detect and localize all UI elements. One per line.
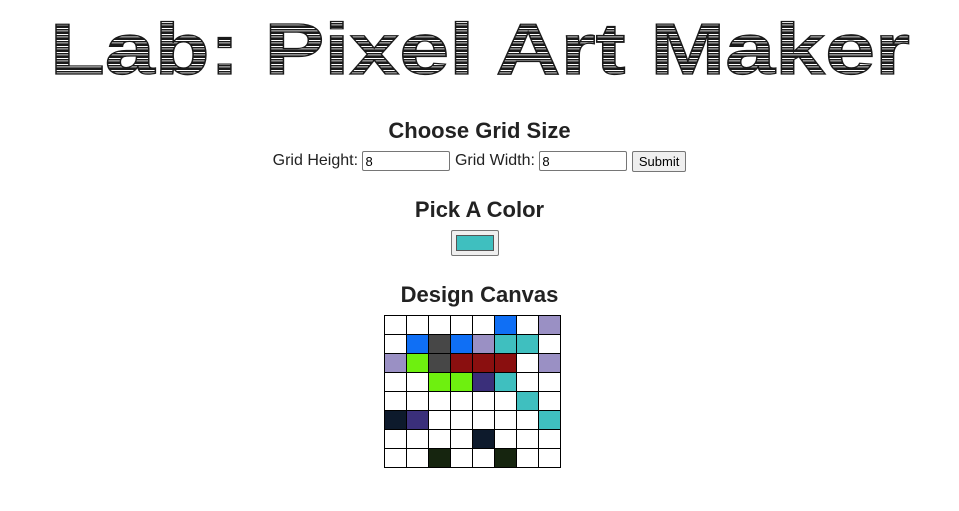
canvas-cell[interactable] xyxy=(428,410,451,430)
canvas-cell[interactable] xyxy=(472,372,495,392)
canvas-cell[interactable] xyxy=(428,448,451,468)
canvas-cell[interactable] xyxy=(450,372,473,392)
canvas-cell[interactable] xyxy=(450,334,473,354)
grid-size-form: Grid Height: Grid Width: Submit xyxy=(0,150,959,172)
canvas-cell[interactable] xyxy=(428,353,451,373)
canvas-cell[interactable] xyxy=(406,315,429,335)
canvas-cell[interactable] xyxy=(472,448,495,468)
canvas-row xyxy=(384,410,561,430)
canvas-cell[interactable] xyxy=(406,429,429,449)
canvas-cell[interactable] xyxy=(538,391,561,411)
canvas-cell[interactable] xyxy=(428,315,451,335)
canvas-cell[interactable] xyxy=(516,391,539,411)
canvas-row xyxy=(384,391,561,411)
canvas-cell[interactable] xyxy=(428,429,451,449)
grid-width-input[interactable] xyxy=(539,151,628,171)
canvas-cell[interactable] xyxy=(538,353,561,373)
canvas-row xyxy=(384,372,561,392)
canvas-cell[interactable] xyxy=(406,353,429,373)
grid-width-label: Grid Width: xyxy=(454,152,535,169)
canvas-cell[interactable] xyxy=(494,315,517,335)
canvas-cell[interactable] xyxy=(450,410,473,430)
canvas-cell[interactable] xyxy=(494,334,517,354)
design-canvas-heading: Design Canvas xyxy=(400,282,559,307)
logo-wordmark: Lab: Pixel Art Maker xyxy=(49,14,910,80)
canvas-cell[interactable] xyxy=(406,391,429,411)
logo-text: Lab: Pixel Art Maker xyxy=(50,14,910,80)
canvas-cell[interactable] xyxy=(516,315,539,335)
canvas-cell[interactable] xyxy=(494,391,517,411)
canvas-cell[interactable] xyxy=(384,353,407,373)
canvas-cell[interactable] xyxy=(538,429,561,449)
canvas-cell[interactable] xyxy=(428,391,451,411)
grid-size-heading: Choose Grid Size xyxy=(388,118,571,143)
canvas-cell[interactable] xyxy=(384,410,407,430)
canvas-cell[interactable] xyxy=(538,315,561,335)
canvas-row xyxy=(384,334,561,354)
canvas-cell[interactable] xyxy=(428,372,451,392)
canvas-cell[interactable] xyxy=(472,315,495,335)
canvas-cell[interactable] xyxy=(472,334,495,354)
canvas-cell[interactable] xyxy=(538,372,561,392)
canvas-cell[interactable] xyxy=(516,372,539,392)
canvas-cell[interactable] xyxy=(538,410,561,430)
canvas-cell[interactable] xyxy=(406,334,429,354)
canvas-cell[interactable] xyxy=(494,410,517,430)
canvas-cell[interactable] xyxy=(516,448,539,468)
canvas-cell[interactable] xyxy=(406,372,429,392)
canvas-cell[interactable] xyxy=(384,429,407,449)
submit-button[interactable]: Submit xyxy=(631,150,687,172)
canvas-cell[interactable] xyxy=(516,334,539,354)
canvas-row xyxy=(384,448,561,468)
canvas-cell[interactable] xyxy=(450,391,473,411)
canvas-cell[interactable] xyxy=(516,410,539,430)
canvas-cell[interactable] xyxy=(472,410,495,430)
canvas-cell[interactable] xyxy=(384,391,407,411)
canvas-cell[interactable] xyxy=(472,353,495,373)
canvas-cell[interactable] xyxy=(472,391,495,411)
canvas-row xyxy=(384,315,561,335)
canvas-cell[interactable] xyxy=(450,429,473,449)
pick-color-heading: Pick A Color xyxy=(414,197,545,222)
canvas-cell[interactable] xyxy=(538,448,561,468)
canvas-cell[interactable] xyxy=(516,429,539,449)
canvas-cell[interactable] xyxy=(384,334,407,354)
canvas-cell[interactable] xyxy=(494,429,517,449)
color-swatch xyxy=(456,235,494,251)
grid-height-input[interactable] xyxy=(362,151,451,171)
app-logo: Lab: Pixel Art Maker xyxy=(0,14,959,80)
canvas-cell[interactable] xyxy=(384,448,407,468)
canvas-cell[interactable] xyxy=(494,448,517,468)
canvas-cell[interactable] xyxy=(384,315,407,335)
canvas-cell[interactable] xyxy=(538,334,561,354)
canvas-cell[interactable] xyxy=(406,448,429,468)
canvas-cell[interactable] xyxy=(406,410,429,430)
canvas-row xyxy=(384,429,561,449)
canvas-cell[interactable] xyxy=(450,315,473,335)
canvas-row xyxy=(384,353,561,373)
grid-height-label: Grid Height: xyxy=(272,152,359,169)
canvas-cell[interactable] xyxy=(428,334,451,354)
canvas-cell[interactable] xyxy=(384,372,407,392)
canvas-cell[interactable] xyxy=(494,353,517,373)
canvas-cell[interactable] xyxy=(450,448,473,468)
color-picker[interactable] xyxy=(451,230,499,256)
canvas-cell[interactable] xyxy=(516,353,539,373)
page: Lab: Pixel Art Maker Choose Grid Size Gr… xyxy=(0,0,959,511)
pixel-canvas[interactable] xyxy=(384,315,561,468)
canvas-cell[interactable] xyxy=(494,372,517,392)
canvas-cell[interactable] xyxy=(472,429,495,449)
canvas-cell[interactable] xyxy=(450,353,473,373)
